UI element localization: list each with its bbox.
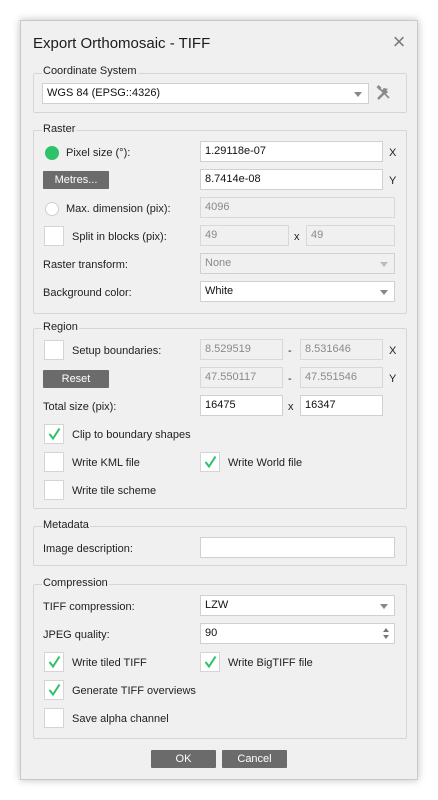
chevron-down-icon <box>380 262 388 267</box>
write-tile-scheme-label: Write tile scheme <box>72 485 157 497</box>
x-max-input[interactable]: 8.531646 <box>300 339 383 360</box>
checkmark-icon <box>204 655 217 669</box>
total-separator: x <box>288 401 294 413</box>
raster-transform-select[interactable]: None <box>200 253 395 274</box>
tiff-compression-value: LZW <box>205 599 229 611</box>
jpeg-quality-value: 90 <box>205 627 218 639</box>
generate-overviews-label: Generate TIFF overviews <box>72 685 196 697</box>
checkmark-icon <box>204 455 217 469</box>
clip-boundary-checkbox[interactable] <box>44 424 64 444</box>
y-min-input[interactable]: 47.550117 <box>200 367 283 388</box>
setup-boundaries-label: Setup boundaries: <box>72 345 162 357</box>
ok-button[interactable]: OK <box>151 750 216 768</box>
save-alpha-checkbox[interactable] <box>44 708 64 728</box>
raster-transform-value: None <box>205 257 232 269</box>
max-dimension-input[interactable]: 4096 <box>200 197 395 218</box>
pixel-size-x-input[interactable]: 1.29118e-07 <box>200 141 383 162</box>
generate-overviews-checkbox[interactable] <box>44 680 64 700</box>
split-height-input[interactable]: 49 <box>306 225 395 246</box>
reset-button[interactable]: Reset <box>43 370 109 388</box>
pixel-size-x-unit: X <box>389 147 397 159</box>
metres-button[interactable]: Metres... <box>43 171 109 189</box>
background-color-value: White <box>205 285 234 297</box>
x-unit: X <box>389 345 397 357</box>
y-max-input[interactable]: 47.551546 <box>300 367 383 388</box>
coordinate-system-select[interactable]: WGS 84 (EPSG::4326) <box>42 83 369 104</box>
pixel-size-y-unit: Y <box>389 175 397 187</box>
raster-transform-label: Raster transform: <box>43 259 128 271</box>
background-color-select[interactable]: White <box>200 281 395 302</box>
pixel-size-y-input[interactable]: 8.7414e-08 <box>200 169 383 190</box>
coordinate-system-title: Coordinate System <box>42 65 138 77</box>
region-title: Region <box>42 321 79 333</box>
write-tiled-checkbox[interactable] <box>44 652 64 672</box>
max-dimension-label: Max. dimension (pix): <box>66 203 171 215</box>
jpeg-quality-spinbox[interactable]: 90 <box>200 623 395 644</box>
pixel-size-radio[interactable] <box>45 146 59 160</box>
clip-boundary-label: Clip to boundary shapes <box>72 429 191 441</box>
total-width-input[interactable]: 16475 <box>200 395 283 416</box>
raster-title: Raster <box>42 123 77 135</box>
tiff-compression-select[interactable]: LZW <box>200 595 395 616</box>
dialog-title: Export Orthomosaic - TIFF <box>33 35 211 52</box>
chevron-down-icon <box>354 92 362 97</box>
close-icon[interactable]: × <box>389 31 409 53</box>
split-blocks-checkbox[interactable] <box>44 226 64 246</box>
write-world-checkbox[interactable] <box>200 452 220 472</box>
write-bigtiff-label: Write BigTIFF file <box>228 657 313 669</box>
checkmark-icon <box>48 683 61 697</box>
split-blocks-label: Split in blocks (pix): <box>72 231 167 243</box>
write-kml-label: Write KML file <box>72 457 140 469</box>
metadata-title: Metadata <box>42 519 90 531</box>
spin-up-icon[interactable] <box>383 628 389 632</box>
coordinate-system-value: WGS 84 (EPSG::4326) <box>47 87 161 99</box>
x-min-input[interactable]: 8.529519 <box>200 339 283 360</box>
save-alpha-label: Save alpha channel <box>72 713 169 725</box>
pixel-size-label: Pixel size (°): <box>66 147 131 159</box>
tiff-compression-label: TIFF compression: <box>43 601 135 613</box>
total-height-input[interactable]: 16347 <box>300 395 383 416</box>
chevron-down-icon <box>380 604 388 609</box>
checkmark-icon <box>48 655 61 669</box>
split-separator: x <box>294 231 300 243</box>
write-tiled-label: Write tiled TIFF <box>72 657 147 669</box>
jpeg-quality-label: JPEG quality: <box>43 629 110 641</box>
y-unit: Y <box>389 373 397 385</box>
y-range-dash: - <box>288 373 292 385</box>
x-range-dash: - <box>288 345 292 357</box>
spin-down-icon[interactable] <box>383 635 389 639</box>
write-bigtiff-checkbox[interactable] <box>200 652 220 672</box>
write-world-label: Write World file <box>228 457 303 469</box>
export-orthomosaic-dialog: Export Orthomosaic - TIFF × Coordinate S… <box>20 20 418 780</box>
checkmark-icon <box>48 427 61 441</box>
cancel-button[interactable]: Cancel <box>222 750 287 768</box>
write-tile-scheme-checkbox[interactable] <box>44 480 64 500</box>
tools-icon[interactable] <box>375 84 393 102</box>
image-description-label: Image description: <box>43 543 133 555</box>
total-size-label: Total size (pix): <box>43 401 117 413</box>
background-color-label: Background color: <box>43 287 132 299</box>
max-dimension-radio[interactable] <box>45 202 59 216</box>
split-width-input[interactable]: 49 <box>200 225 289 246</box>
compression-title: Compression <box>42 577 109 589</box>
write-kml-checkbox[interactable] <box>44 452 64 472</box>
image-description-input[interactable] <box>200 537 395 558</box>
chevron-down-icon <box>380 290 388 295</box>
setup-boundaries-checkbox[interactable] <box>44 340 64 360</box>
